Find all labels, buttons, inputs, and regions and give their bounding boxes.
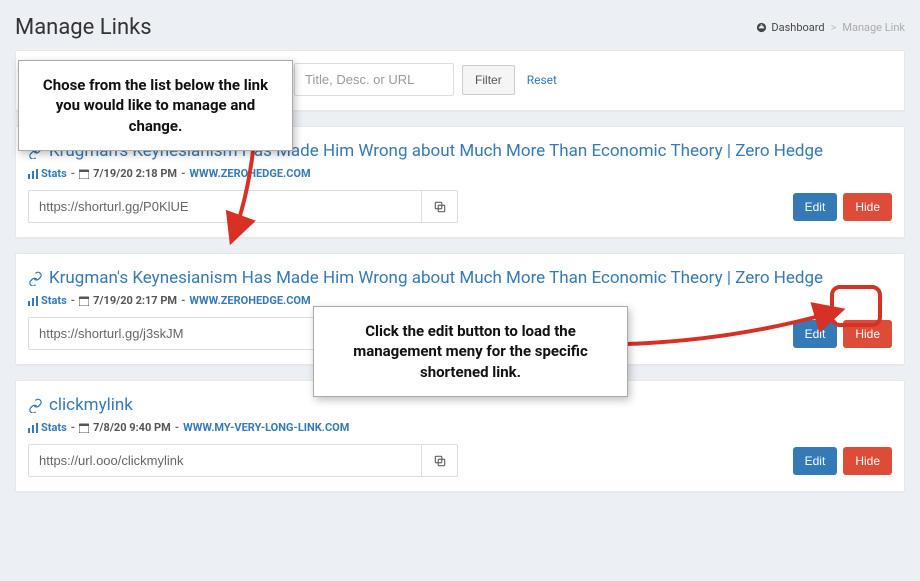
hide-button[interactable]: Hide: [843, 447, 892, 475]
short-url-input[interactable]: [28, 190, 422, 223]
link-icon: [28, 398, 43, 413]
breadcrumb-dashboard[interactable]: Dashboard: [756, 21, 824, 34]
bar-chart-icon: [28, 296, 38, 306]
search-input[interactable]: [294, 63, 454, 96]
hide-button[interactable]: Hide: [843, 320, 892, 348]
stats-link[interactable]: Stats: [28, 421, 67, 434]
copy-button[interactable]: [422, 190, 458, 223]
copy-icon: [433, 200, 447, 214]
link-meta: Stats - 7/19/20 2:18 PM - WWW.ZEROHEDGE.…: [28, 167, 892, 180]
filter-button[interactable]: Filter: [462, 65, 515, 95]
edit-button[interactable]: Edit: [793, 320, 838, 348]
breadcrumb: Dashboard > Manage Link: [756, 15, 905, 34]
breadcrumb-current: Manage Link: [842, 21, 905, 34]
bar-chart-icon: [28, 423, 38, 433]
stats-link[interactable]: Stats: [28, 294, 67, 307]
link-icon: [28, 271, 43, 286]
page-title: Manage Links: [15, 15, 152, 40]
link-card: clickmylink Stats - 7/8/20 9:40 PM - WWW…: [15, 380, 905, 492]
edit-button[interactable]: Edit: [793, 193, 838, 221]
link-meta: Stats - 7/8/20 9:40 PM - WWW.MY-VERY-LON…: [28, 421, 892, 434]
breadcrumb-dashboard-label: Dashboard: [771, 21, 824, 34]
stats-label: Stats: [41, 167, 67, 180]
link-title[interactable]: clickmylink: [28, 395, 892, 415]
link-domain[interactable]: WWW.ZEROHEDGE.COM: [189, 294, 310, 307]
stats-link[interactable]: Stats: [28, 167, 67, 180]
link-domain[interactable]: WWW.MY-VERY-LONG-LINK.COM: [183, 421, 349, 434]
link-title-text: Krugman's Keynesianism Has Made Him Wron…: [49, 268, 823, 288]
annotation-callout-mid: Click the edit button to load the manage…: [313, 306, 628, 397]
edit-button[interactable]: Edit: [793, 447, 838, 475]
dashboard-icon: [756, 22, 767, 33]
calendar-icon: [79, 296, 89, 306]
link-title[interactable]: Krugman's Keynesianism Has Made Him Wron…: [28, 268, 892, 288]
breadcrumb-sep: >: [831, 21, 837, 34]
stats-label: Stats: [41, 294, 67, 307]
annotation-callout-top: Chose from the list below the link you w…: [18, 60, 293, 151]
bar-chart-icon: [28, 169, 38, 179]
copy-icon: [433, 454, 447, 468]
link-date: 7/19/20 2:18 PM: [93, 167, 177, 180]
calendar-icon: [79, 169, 89, 179]
link-domain[interactable]: WWW.ZEROHEDGE.COM: [189, 167, 310, 180]
reset-link[interactable]: Reset: [523, 73, 557, 87]
link-date: 7/8/20 9:40 PM: [93, 421, 171, 434]
hide-button[interactable]: Hide: [843, 193, 892, 221]
stats-label: Stats: [41, 421, 67, 434]
calendar-icon: [79, 423, 89, 433]
link-title-text: clickmylink: [49, 395, 133, 415]
copy-button[interactable]: [422, 444, 458, 477]
short-url-input[interactable]: [28, 444, 422, 477]
link-date: 7/19/20 2:17 PM: [93, 294, 177, 307]
